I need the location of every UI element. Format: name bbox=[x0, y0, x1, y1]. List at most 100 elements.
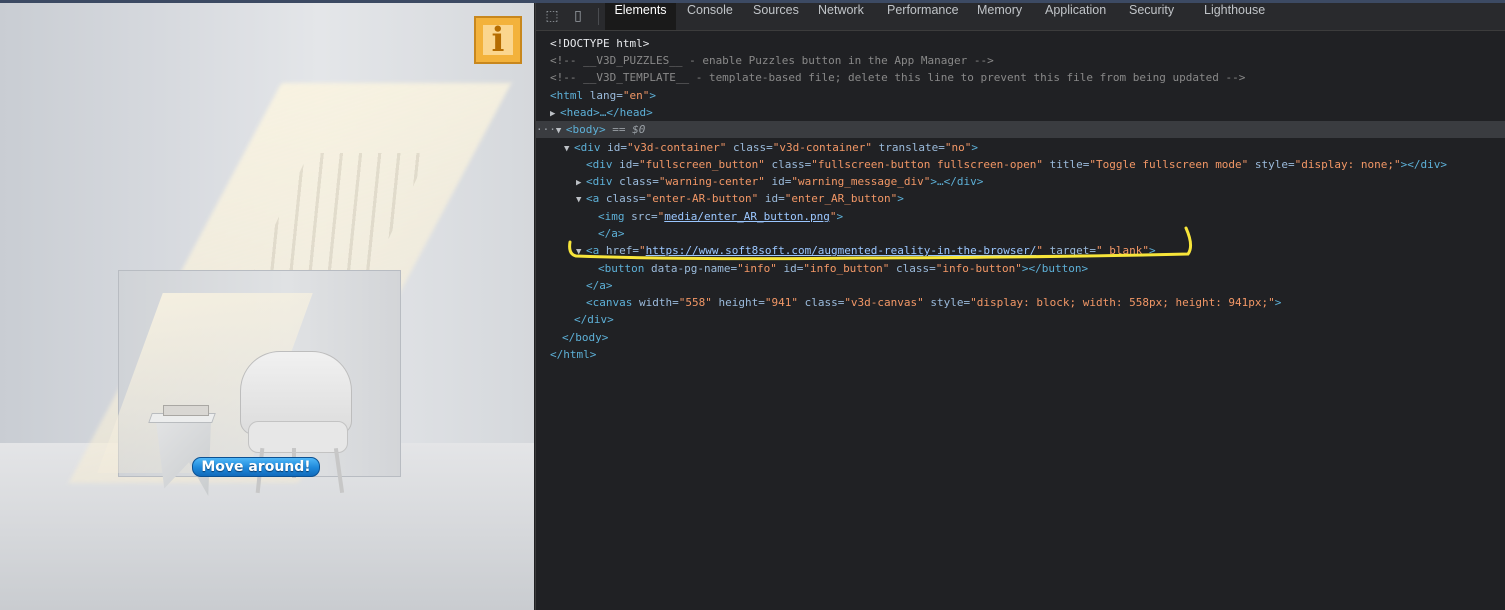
dom-line-a-close[interactable]: </a> bbox=[586, 277, 613, 294]
dom-line-canvas[interactable]: <canvas width="558" height="941" class="… bbox=[586, 294, 1281, 311]
tag-text: <div bbox=[574, 141, 601, 154]
attr-value: "display: none;" bbox=[1294, 158, 1401, 171]
tab-lighthouse[interactable]: Lighthouse bbox=[1204, 3, 1265, 30]
dom-line-body-close[interactable]: </body> bbox=[562, 329, 608, 346]
attr-value: "fullscreen-button fullscreen-open" bbox=[811, 158, 1043, 171]
attr-value: "display: block; width: 558px; height: 9… bbox=[970, 296, 1275, 309]
tab-performance[interactable]: Performance bbox=[887, 3, 959, 30]
selected-marker: == $0 bbox=[605, 123, 646, 136]
tag-text: <div bbox=[586, 175, 613, 188]
attr-value: "Toggle fullscreen mode" bbox=[1089, 158, 1249, 171]
dom-line-div-close[interactable]: </div> bbox=[574, 311, 614, 328]
dom-line-body-selected[interactable]: ···▼ <body> == $0 bbox=[536, 121, 1505, 138]
move-around-button[interactable]: Move around! bbox=[192, 457, 320, 477]
attr-name: id= bbox=[764, 175, 792, 188]
attr-value: "v3d-container" bbox=[772, 141, 873, 154]
info-icon: i bbox=[483, 20, 513, 60]
attr-value: "info-button" bbox=[935, 262, 1022, 275]
quote: " bbox=[639, 244, 646, 257]
tag-text: <a bbox=[586, 244, 600, 257]
attr-name: id= bbox=[600, 141, 627, 154]
toolbar-divider bbox=[598, 8, 599, 25]
attr-name: class= bbox=[612, 175, 659, 188]
v3d-canvas-scene[interactable]: i Move around! bbox=[0, 3, 534, 610]
dom-line-comment[interactable]: <!-- __V3D_TEMPLATE__ - template-based f… bbox=[550, 69, 1245, 86]
href-link[interactable]: https://www.soft8soft.com/augmented-real… bbox=[646, 244, 1037, 257]
attr-value: "558" bbox=[678, 296, 712, 309]
attr-name: data-pg-name= bbox=[644, 262, 738, 275]
comment-text: <!-- __V3D_TEMPLATE__ - template-based f… bbox=[550, 71, 1246, 84]
src-link[interactable]: media/enter_AR_button.png bbox=[664, 210, 830, 223]
tab-network[interactable]: Network bbox=[818, 3, 864, 30]
dom-line-info-button[interactable]: <button data-pg-name="info" id="info_but… bbox=[598, 260, 1088, 277]
tag-text: <body> bbox=[565, 123, 606, 136]
doctype-text: <!DOCTYPE html> bbox=[550, 37, 650, 50]
tag-close: >…</div> bbox=[930, 175, 984, 188]
attr-name: href= bbox=[599, 244, 639, 257]
collapse-triangle-icon[interactable]: ▼ bbox=[564, 141, 574, 158]
dom-line-href-anchor[interactable]: ▼ <a href="https://www.soft8soft.com/augm… bbox=[576, 242, 1156, 259]
dom-line-head[interactable]: ▶ <head>…</head> bbox=[550, 104, 653, 121]
tag-text: </html> bbox=[550, 348, 597, 361]
attr-value: "_blank" bbox=[1095, 244, 1149, 257]
attr-name: class= bbox=[599, 192, 646, 205]
dom-line-img[interactable]: <img src="media/enter_AR_button.png"> bbox=[598, 208, 843, 225]
attr-name: class= bbox=[889, 262, 936, 275]
tab-application[interactable]: Application bbox=[1045, 3, 1106, 30]
attr-value: "no" bbox=[944, 141, 972, 154]
more-dots-icon[interactable]: ··· bbox=[536, 123, 556, 136]
dom-line-comment[interactable]: <!-- __V3D_PUZZLES__ - enable Puzzles bu… bbox=[550, 52, 994, 69]
attr-name: style= bbox=[923, 296, 971, 309]
attr-name: src= bbox=[624, 210, 658, 223]
comment-text: <!-- __V3D_PUZZLES__ - enable Puzzles bu… bbox=[550, 54, 994, 67]
dom-line-fullscreen[interactable]: <div id="fullscreen_button" class="fulls… bbox=[586, 156, 1447, 173]
dom-line-a-close[interactable]: </a> bbox=[598, 225, 625, 242]
tag-text: </a> bbox=[586, 279, 613, 292]
tag-text: <div bbox=[586, 158, 613, 171]
dom-line-v3d-container[interactable]: ▼ <div id="v3d-container" class="v3d-cont… bbox=[564, 139, 978, 156]
device-toolbar-icon[interactable]: ▯ bbox=[570, 8, 586, 24]
tab-elements[interactable]: Elements bbox=[605, 3, 676, 30]
attr-name: class= bbox=[726, 141, 773, 154]
quote: " bbox=[1036, 244, 1043, 257]
tag-close: ></button> bbox=[1021, 262, 1089, 275]
attr-value: "info" bbox=[737, 262, 777, 275]
dom-line-warning[interactable]: ▶ <div class="warning-center" id="warning… bbox=[576, 173, 983, 190]
attr-value: "v3d-canvas" bbox=[844, 296, 924, 309]
tag-text: <html bbox=[550, 89, 584, 102]
tab-sources[interactable]: Sources bbox=[753, 3, 799, 30]
inspect-element-icon[interactable]: ⬚ bbox=[544, 8, 560, 24]
dom-line-doctype[interactable]: <!DOCTYPE html> bbox=[550, 35, 649, 52]
tag-close: > bbox=[649, 89, 656, 102]
attr-name: id= bbox=[612, 158, 639, 171]
attr-value: "enter_AR_button" bbox=[784, 192, 898, 205]
dom-line-html[interactable]: <html lang="en"> bbox=[550, 87, 656, 104]
tag-text: <img bbox=[598, 210, 625, 223]
tab-memory[interactable]: Memory bbox=[977, 3, 1022, 30]
tag-text: <canvas bbox=[586, 296, 633, 309]
tag-text: <head>…</head> bbox=[560, 106, 653, 119]
collapse-triangle-icon[interactable]: ▼ bbox=[556, 123, 566, 140]
attr-name: id= bbox=[776, 262, 804, 275]
tab-console[interactable]: Console bbox=[687, 3, 733, 30]
attr-name: class= bbox=[764, 158, 812, 171]
tag-text: </body> bbox=[562, 331, 609, 344]
attr-name: translate= bbox=[872, 141, 945, 154]
tab-security[interactable]: Security bbox=[1129, 3, 1174, 30]
attr-value: "941" bbox=[764, 296, 798, 309]
collapse-triangle-icon[interactable]: ▼ bbox=[576, 192, 586, 209]
tag-close: > bbox=[1274, 296, 1282, 309]
attr-name: lang= bbox=[583, 89, 623, 102]
tag-text: <button bbox=[598, 262, 645, 275]
tag-text: </a> bbox=[598, 227, 625, 240]
tag-close: > bbox=[1148, 244, 1156, 257]
info-button[interactable]: i bbox=[474, 16, 522, 64]
collapse-triangle-icon[interactable]: ▼ bbox=[576, 244, 586, 261]
dom-line-enter-ar[interactable]: ▼ <a class="enter-AR-button" id="enter_AR… bbox=[576, 190, 904, 207]
dom-line-html-close[interactable]: </html> bbox=[550, 346, 596, 363]
tag-close: > bbox=[971, 141, 979, 154]
attr-name: id= bbox=[758, 192, 785, 205]
attr-name: height= bbox=[711, 296, 765, 309]
tag-close: > bbox=[836, 210, 844, 223]
attr-name: style= bbox=[1248, 158, 1295, 171]
